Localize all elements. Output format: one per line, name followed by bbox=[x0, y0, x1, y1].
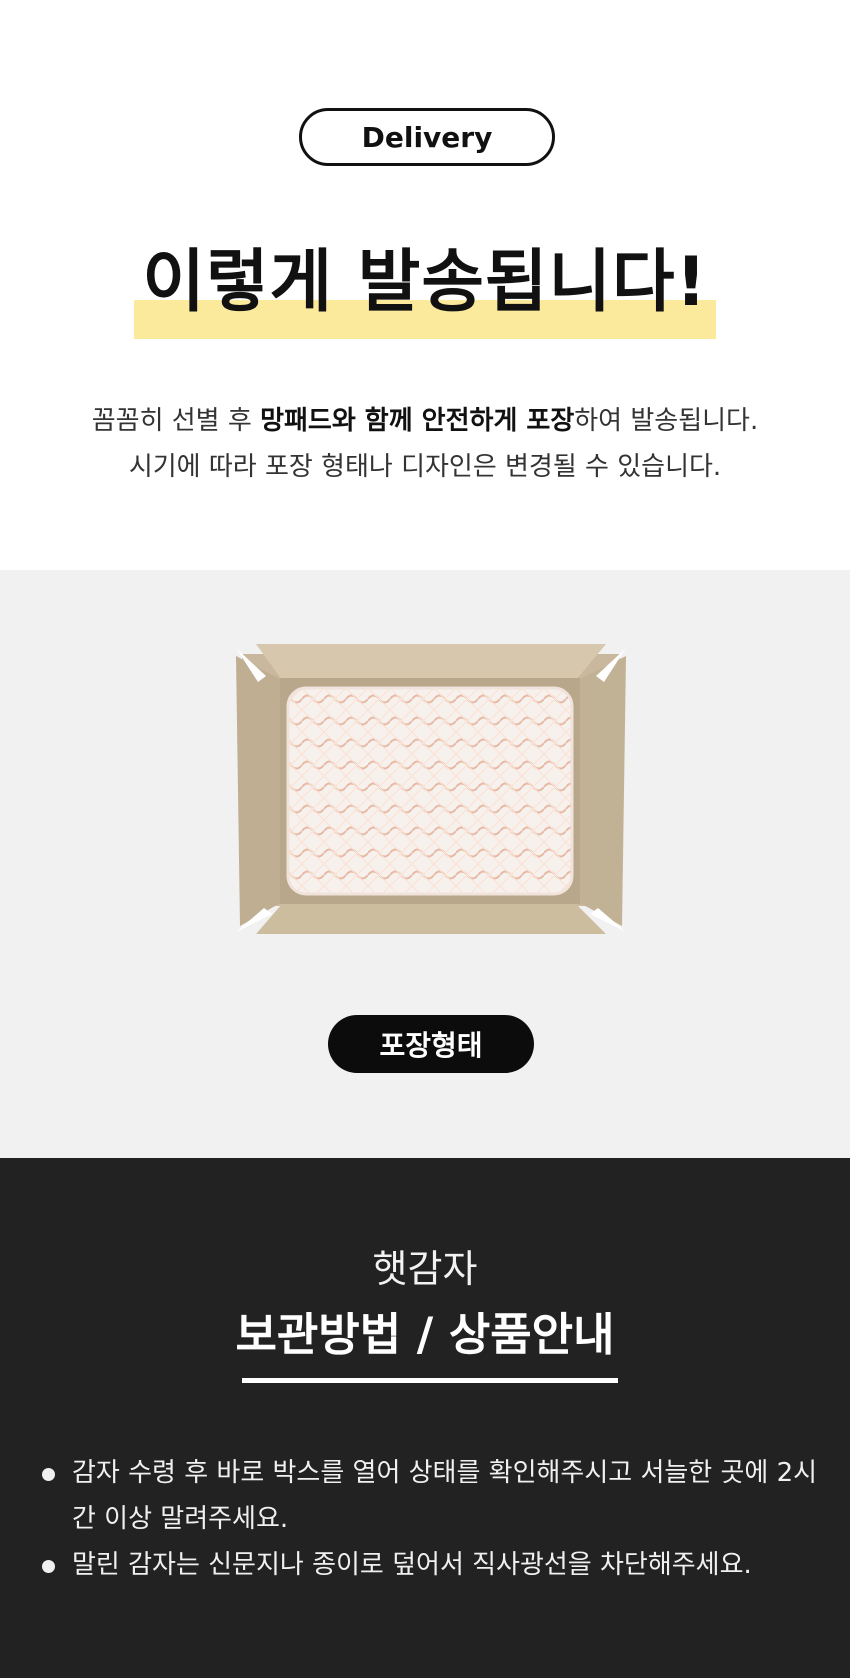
intro-description: 꼼꼼히 선별 후 망패드와 함께 안전하게 포장하여 발송됩니다. 시기에 따라… bbox=[0, 398, 850, 490]
storage-notes-list: 감자 수령 후 바로 박스를 열어 상태를 확인해주시고 서늘한 곳에 2시간 … bbox=[40, 1450, 820, 1588]
headline-text: 이렇게 발송됩니다! bbox=[142, 243, 708, 322]
desc-line-1-a: 꼼꼼히 선별 후 bbox=[91, 406, 261, 436]
delivery-pill: Delivery bbox=[299, 108, 555, 166]
delivery-intro-section: Delivery 이렇게 발송됩니다! 꼼꼼히 선별 후 망패드와 함께 안전하… bbox=[0, 0, 850, 570]
package-image bbox=[236, 644, 626, 944]
desc-line-2: 시기에 따라 포장 형태나 디자인은 변경될 수 있습니다. bbox=[128, 452, 722, 482]
list-item: 말린 감자는 신문지나 종이로 덮어서 직사광선을 차단해주세요. bbox=[40, 1542, 820, 1588]
note-text: 감자 수령 후 바로 박스를 열어 상태를 확인해주시고 서늘한 곳에 2시간 … bbox=[72, 1458, 818, 1534]
headline: 이렇게 발송됩니다! bbox=[134, 238, 716, 339]
storage-title: 보관방법 / 상품안내 bbox=[235, 1308, 615, 1361]
note-text: 말린 감자는 신문지나 종이로 덮어서 직사광선을 차단해주세요. bbox=[72, 1550, 752, 1580]
bullet-icon bbox=[42, 1560, 55, 1573]
desc-line-1: 꼼꼼히 선별 후 망패드와 함께 안전하게 포장하여 발송됩니다. bbox=[0, 398, 850, 444]
title-underline bbox=[242, 1378, 618, 1383]
cardboard-box-illustration bbox=[236, 644, 626, 934]
storage-info-section: 햇감자 보관방법 / 상품안내 감자 수령 후 바로 박스를 열어 상태를 확인… bbox=[0, 1158, 850, 1678]
product-subtitle: 햇감자 bbox=[372, 1247, 478, 1291]
desc-line-1-bold: 망패드와 함께 안전하게 포장 bbox=[260, 406, 575, 436]
packaging-section: 포장형태 bbox=[0, 570, 850, 1158]
headline-wrap: 이렇게 발송됩니다! bbox=[0, 238, 850, 339]
bullet-icon bbox=[42, 1468, 55, 1481]
packaging-label-pill: 포장형태 bbox=[328, 1015, 534, 1073]
desc-line-1-c: 하여 발송됩니다. bbox=[574, 406, 759, 436]
list-item: 감자 수령 후 바로 박스를 열어 상태를 확인해주시고 서늘한 곳에 2시간 … bbox=[40, 1450, 820, 1542]
